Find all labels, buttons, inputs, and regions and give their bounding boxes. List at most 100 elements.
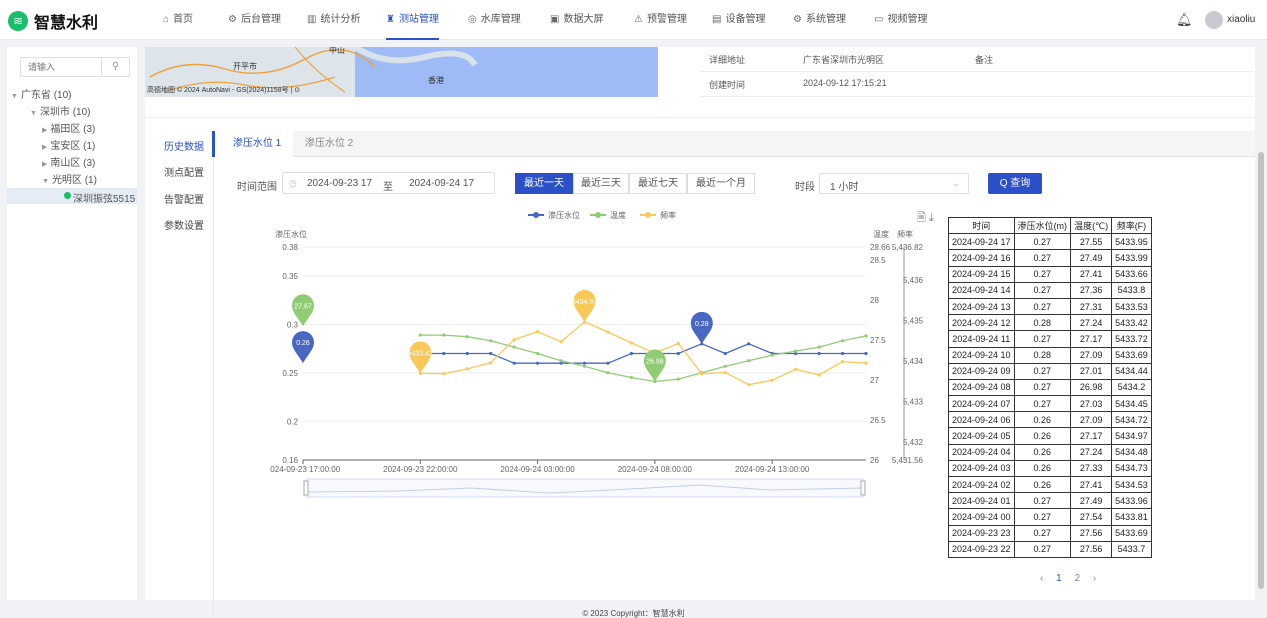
collapse-arrow-icon[interactable]: ▶ [42,144,47,151]
table-cell: 2024-09-24 11 [948,330,1015,348]
tree-node-guangdong[interactable]: ▼ 广东省 (10) [11,86,72,101]
username[interactable]: xiaoliu [1227,14,1255,25]
tree-node-futian[interactable]: ▶ 福田区 (3) [42,120,95,135]
divider [700,96,1253,97]
table-cell: 5433.81 [1111,508,1152,526]
scrollbar-thumb[interactable] [1258,152,1264,589]
left-tick-label: 0.2 [287,417,299,426]
period-select[interactable]: 1 小时 ⌄ [819,173,969,194]
table-row: 2024-09-24 08 0.27 26.98 5434.2 [948,378,1152,397]
table-row: 2024-09-24 03 0.26 27.33 5434.73 [948,459,1152,478]
history-line-chart[interactable]: 渗压水位 温度 频率渗压水位 温度 频率0.380.350.30.250.20.1628… [270,202,925,502]
data-point [442,333,446,337]
table-row: 2024-09-24 10 0.28 27.09 5433.69 [948,346,1152,364]
data-point [465,335,469,339]
nav-admin[interactable]: ⚙ 后台管理 [228,0,281,40]
search-icon[interactable]: ⚲ [101,58,129,76]
page-1-button[interactable]: 1 [1056,573,1062,584]
nav-video[interactable]: ▭ 视频管理 [874,0,927,40]
download-icon[interactable]: ⤓ [929,212,934,224]
tree-search-input[interactable] [21,58,101,76]
date-range-picker[interactable]: ◷ 2024-09-23 17 至 2024-09-24 17 [282,172,495,194]
expand-arrow-icon[interactable]: ▼ [42,178,49,185]
nav-warning[interactable]: ⚠ 预警管理 [634,0,687,40]
location-map[interactable]: 中山 开平市 香港 高德地图 © 2024 AutoNavi - GS(2024… [145,47,658,97]
prev-page-button[interactable]: ‹ [1040,573,1043,584]
nav-data-screen[interactable]: ▣ 数据大屏 [550,0,603,40]
table-cell: 2024-09-24 16 [948,249,1015,267]
tab-point-config[interactable]: 测点配置 [164,164,204,179]
data-point [582,364,587,368]
app-logo[interactable]: ≋ 智慧水利 [8,9,98,33]
tab-seepage-level-1[interactable]: 渗压水位 1 [221,131,293,157]
tab-history-data[interactable]: 历史数据 [164,138,204,153]
last-seven-days-button[interactable]: 最近七天 [629,173,687,194]
tab-parameter-settings[interactable]: 参数设置 [164,217,204,232]
data-point [489,339,493,343]
data-point [418,333,422,337]
station-tree-sidebar: ⚲ ▼广东省 (10) ▼深圳市 (10) ▶福田区 (3) ▶宝安区 (1) … [7,47,137,600]
start-date[interactable]: 2024-09-23 17 [307,178,372,189]
page-2-button[interactable]: 2 [1074,573,1080,584]
table-row: 2024-09-24 04 0.26 27.24 5434.48 [948,443,1152,461]
nav-system[interactable]: ⚙ 系统管理 [793,0,846,40]
data-point [442,351,446,356]
expand-arrow-icon[interactable]: ▼ [11,93,18,100]
next-page-button[interactable]: › [1093,573,1096,584]
column-header: 温度(℃) [1070,216,1113,235]
nav-reservoir[interactable]: ◎ 水库管理 [468,0,521,40]
data-point [817,345,821,349]
tree-node-baoan[interactable]: ▶ 宝安区 (1) [42,137,95,152]
tree-node-guangming[interactable]: ▼ 光明区 (1) [42,171,97,186]
tab-seepage-level-2[interactable]: 渗压水位 2 [293,131,365,157]
data-point [465,367,469,371]
data-point [489,361,493,365]
nav-home[interactable]: ⌂ 首页 [163,0,193,40]
table-header-row: 时间 渗压水位(m) 温度(℃) 频率(F) [948,216,1152,235]
nav-station-management[interactable]: ♜ 测站管理 [386,0,439,40]
tree-node-shenzhen[interactable]: ▼ 深圳市 (10) [30,103,91,118]
last-month-button[interactable]: 最近一个月 [687,173,755,194]
table-cell: 5434.53 [1111,475,1152,494]
tree-leaf-station[interactable]: 深圳振弦5515 [7,188,137,205]
table-cell: 0.26 [1013,427,1072,445]
nav-statistics[interactable]: ▥ 统计分析 [307,0,360,40]
tree-node-nanshan[interactable]: ▶ 南山区 (3) [42,154,95,169]
avatar[interactable] [1205,11,1223,29]
last-day-button[interactable]: 最近一天 [515,173,573,194]
page-scrollbar[interactable] [1257,47,1265,600]
divider [700,71,1253,72]
table-cell: 2024-09-24 07 [948,395,1015,413]
right2-tick-label: 5,435 [903,317,924,326]
data-point [770,353,774,357]
table-cell: 2024-09-24 09 [948,362,1015,380]
address-value: 广东省深圳市光明区 [803,55,885,65]
table-cell: 2024-09-24 01 [948,492,1015,510]
data-point [676,351,680,356]
online-status-dot [64,192,71,199]
bar-chart-icon: ▥ [307,14,317,25]
tab-alarm-config[interactable]: 告警配置 [164,191,204,206]
collapse-arrow-icon[interactable]: ▶ [42,161,47,168]
last-three-days-button[interactable]: 最近三天 [573,173,629,194]
table-cell: 5433.72 [1111,330,1152,348]
bell-icon[interactable]: 🔔︎ [1176,12,1193,28]
data-point [723,351,727,356]
data-point [794,349,798,353]
expand-arrow-icon[interactable]: ▼ [30,110,37,117]
data-view-icon[interactable]: 🗎︎ [917,212,926,224]
end-date[interactable]: 2024-09-24 17 [409,178,474,189]
right2-tick-label: 5,434 [903,357,924,366]
right-axis-title: 温度 [873,229,889,239]
table-cell: 0.28 [1013,314,1072,332]
map-attribution: 高德地图 © 2024 AutoNavi - GS(2024)1158号 | ⊙ [147,87,301,94]
table-cell: 27.24 [1070,314,1113,332]
series-line [420,334,867,383]
collapse-arrow-icon[interactable]: ▶ [42,127,47,134]
time-range-label: 时间范围 [237,182,277,193]
table-cell: 27.36 [1070,281,1113,299]
data-point [770,378,774,382]
nav-devices[interactable]: ▤ 设备管理 [712,0,765,40]
query-button[interactable]: Q 查询 [988,173,1042,194]
table-cell: 27.01 [1070,362,1113,380]
